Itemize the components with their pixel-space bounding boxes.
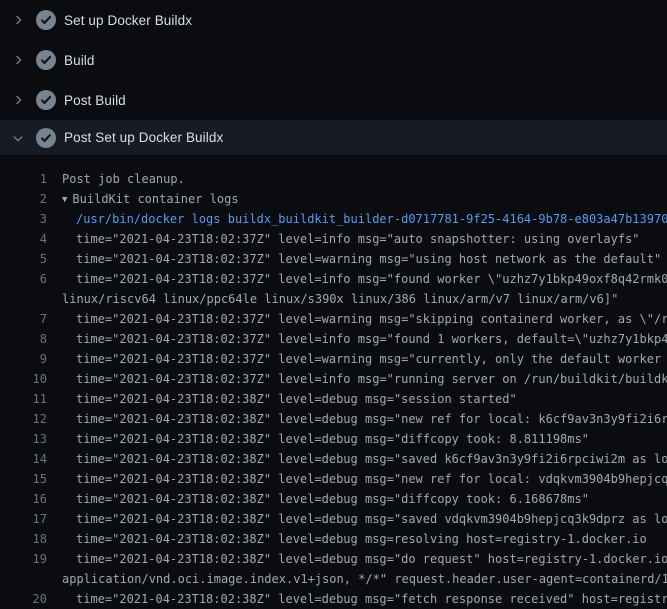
step-row[interactable]: Post Build	[0, 80, 667, 120]
log-line-text: time="2021-04-23T18:02:38Z" level=debug …	[76, 449, 667, 469]
command-text: /usr/bin/docker logs buildx_buildkit_bui…	[76, 209, 667, 229]
log-line: 8 time="2021-04-23T18:02:37Z" level=info…	[0, 329, 667, 349]
log-line-number[interactable]: 2	[0, 189, 47, 209]
log-line: 11 time="2021-04-23T18:02:38Z" level=deb…	[0, 389, 667, 409]
log-line: 12 time="2021-04-23T18:02:38Z" level=deb…	[0, 409, 667, 429]
log-line-text: time="2021-04-23T18:02:37Z" level=info m…	[76, 229, 640, 249]
log-line-text: time="2021-04-23T18:02:37Z" level=info m…	[76, 269, 667, 289]
log-line-text: time="2021-04-23T18:02:38Z" level=debug …	[76, 469, 667, 489]
log-line: 14 time="2021-04-23T18:02:38Z" level=deb…	[0, 449, 667, 469]
chevron-right-icon	[10, 92, 26, 108]
chevron-right-icon	[10, 52, 26, 68]
step-label: Post Set up Docker Buildx	[64, 130, 223, 145]
log-line: 10 time="2021-04-23T18:02:37Z" level=inf…	[0, 369, 667, 389]
log-line-number[interactable]: 11	[0, 389, 47, 409]
log-group-toggle-icon[interactable]: ▼	[62, 190, 67, 209]
log-line-text: time="2021-04-23T18:02:38Z" level=debug …	[76, 549, 667, 569]
step-row[interactable]: Set up Docker Buildx	[0, 0, 667, 40]
step-row[interactable]: Build	[0, 40, 667, 80]
log-line-text[interactable]: ▼BuildKit container logs	[62, 189, 239, 209]
log-line-text: application/vnd.oci.image.index.v1+json,…	[62, 569, 667, 589]
log-line-number[interactable]: 18	[0, 529, 47, 549]
log-line-number[interactable]: 7	[0, 309, 47, 329]
log-line-number[interactable]: 4	[0, 229, 47, 249]
step-list: Set up Docker Buildx Build P	[0, 0, 667, 155]
log-line: 4 time="2021-04-23T18:02:37Z" level=info…	[0, 229, 667, 249]
log-line: 5 time="2021-04-23T18:02:37Z" level=warn…	[0, 249, 667, 269]
log-line-text: time="2021-04-23T18:02:38Z" level=debug …	[76, 529, 647, 549]
log-line: 18 time="2021-04-23T18:02:38Z" level=deb…	[0, 529, 667, 549]
log-line-number[interactable]: 1	[0, 169, 47, 189]
log-line-number[interactable]: 9	[0, 349, 47, 369]
check-circle-icon	[36, 128, 56, 148]
log-line-number[interactable]: 20	[0, 589, 47, 609]
log-line-number	[0, 569, 47, 589]
log-line: 6 time="2021-04-23T18:02:37Z" level=info…	[0, 269, 667, 289]
log-line: linux/riscv64 linux/ppc64le linux/s390x …	[0, 289, 667, 309]
log-line: 9 time="2021-04-23T18:02:37Z" level=warn…	[0, 349, 667, 369]
log-line-number[interactable]: 16	[0, 489, 47, 509]
log-line-text: time="2021-04-23T18:02:38Z" level=debug …	[76, 409, 667, 429]
log-line-number[interactable]: 19	[0, 549, 47, 569]
log-line: 2 ▼BuildKit container logs	[0, 189, 667, 209]
log-line-text: time="2021-04-23T18:02:37Z" level=warnin…	[76, 309, 667, 329]
log-line: application/vnd.oci.image.index.v1+json,…	[0, 569, 667, 589]
log-line-number[interactable]: 5	[0, 249, 47, 269]
log-line: 19 time="2021-04-23T18:02:38Z" level=deb…	[0, 549, 667, 569]
log-line-text: time="2021-04-23T18:02:37Z" level=info m…	[76, 329, 667, 349]
check-circle-icon	[36, 10, 56, 30]
check-circle-icon	[36, 50, 56, 70]
log-line-text: time="2021-04-23T18:02:37Z" level=warnin…	[76, 249, 661, 269]
log-line-text: time="2021-04-23T18:02:37Z" level=warnin…	[76, 349, 667, 369]
log-line: 16 time="2021-04-23T18:02:38Z" level=deb…	[0, 489, 667, 509]
log-line: 17 time="2021-04-23T18:02:38Z" level=deb…	[0, 509, 667, 529]
log-line-text: time="2021-04-23T18:02:38Z" level=debug …	[76, 489, 589, 509]
step-label: Post Build	[64, 93, 126, 108]
log-line: 20 time="2021-04-23T18:02:38Z" level=deb…	[0, 589, 667, 609]
log-line-number[interactable]: 15	[0, 469, 47, 489]
log-line: 13 time="2021-04-23T18:02:38Z" level=deb…	[0, 429, 667, 449]
log-line-number[interactable]: 3	[0, 209, 47, 229]
log-viewer: 1 Post job cleanup. 2 ▼BuildKit containe…	[0, 155, 667, 609]
log-line: 1 Post job cleanup.	[0, 169, 667, 189]
log-line-text: time="2021-04-23T18:02:38Z" level=debug …	[76, 429, 589, 449]
step-row[interactable]: Post Set up Docker Buildx	[0, 120, 667, 155]
log-line-number[interactable]: 6	[0, 269, 47, 289]
chevron-down-icon	[10, 130, 26, 146]
chevron-right-icon	[10, 12, 26, 28]
log-line-number[interactable]: 8	[0, 329, 47, 349]
log-line-text: time="2021-04-23T18:02:38Z" level=debug …	[76, 389, 517, 409]
log-line-number[interactable]: 12	[0, 409, 47, 429]
log-line: 7 time="2021-04-23T18:02:37Z" level=warn…	[0, 309, 667, 329]
log-line-number[interactable]: 17	[0, 509, 47, 529]
log-line-number[interactable]: 13	[0, 429, 47, 449]
log-line-text: time="2021-04-23T18:02:38Z" level=debug …	[76, 509, 667, 529]
log-line-text: Post job cleanup.	[62, 169, 185, 189]
step-label: Build	[64, 53, 95, 68]
log-line-number	[0, 289, 47, 309]
log-line-number[interactable]: 14	[0, 449, 47, 469]
log-line-text: time="2021-04-23T18:02:38Z" level=debug …	[76, 589, 667, 609]
log-line: 15 time="2021-04-23T18:02:38Z" level=deb…	[0, 469, 667, 489]
log-line-number[interactable]: 10	[0, 369, 47, 389]
log-line-text: linux/riscv64 linux/ppc64le linux/s390x …	[62, 289, 618, 309]
step-label: Set up Docker Buildx	[64, 13, 192, 28]
log-line-text: time="2021-04-23T18:02:37Z" level=info m…	[76, 369, 667, 389]
log-line: 3 /usr/bin/docker logs buildx_buildkit_b…	[0, 209, 667, 229]
check-circle-icon	[36, 90, 56, 110]
